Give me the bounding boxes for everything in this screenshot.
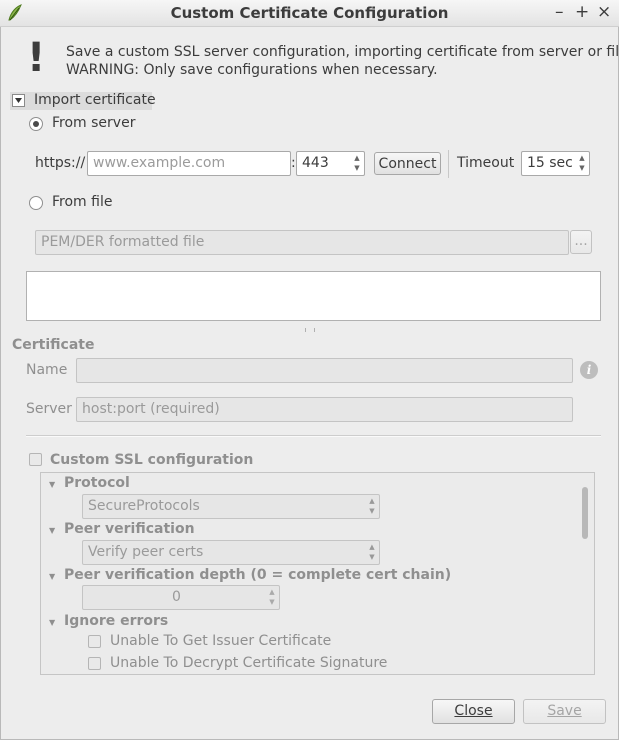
info-line-1: Save a custom SSL server configuration, … [66, 44, 619, 60]
error-checkbox-decrypt[interactable] [88, 657, 101, 670]
certificate-info-area[interactable] [26, 271, 601, 321]
name-label: Name [26, 362, 68, 378]
warning-icon: ! [27, 35, 46, 81]
file-path-input[interactable]: PEM/DER formatted file [35, 230, 569, 255]
expand-peer-verification-icon[interactable]: ▼ [49, 526, 55, 535]
peer-depth-spin-arrows-icon: ▲ ▼ [269, 588, 275, 606]
error-label-decrypt: Unable To Decrypt Certificate Signature [110, 655, 388, 671]
from-file-label: From file [52, 194, 113, 210]
scrollbar-thumb[interactable] [582, 487, 588, 539]
info-icon[interactable]: i [580, 361, 598, 379]
close-button[interactable]: Close [432, 699, 515, 724]
peer-verification-select[interactable]: Verify peer certs ▲ ▼ [82, 540, 380, 565]
custom-ssl-label: Custom SSL configuration [50, 452, 254, 468]
from-server-radio[interactable] [29, 117, 43, 131]
error-label-issuer: Unable To Get Issuer Certificate [110, 633, 332, 649]
browse-button[interactable]: ... [570, 230, 592, 254]
window-title: Custom Certificate Configuration [170, 4, 449, 22]
port-spin-arrows-icon[interactable]: ▲ ▼ [351, 153, 363, 174]
import-toggle-label: Import certificate [34, 92, 156, 108]
peer-depth-spinbox[interactable]: 0 ▲ ▼ [82, 585, 280, 610]
timeout-spinbox[interactable]: 15 sec ▲ ▼ [521, 151, 590, 176]
collapse-arrow-icon [12, 94, 25, 107]
error-checkbox-issuer[interactable] [88, 635, 101, 648]
name-input[interactable] [76, 358, 573, 383]
timeout-spin-arrows-icon[interactable]: ▲ ▼ [576, 153, 588, 174]
ssl-options-tree[interactable]: ▼ Protocol SecureProtocols ▲ ▼ ▼ Peer ver… [40, 472, 595, 675]
import-toggle[interactable]: Import certificate [10, 92, 156, 110]
peer-depth-label: Peer verification depth (0 = complete ce… [64, 567, 452, 583]
minimize-icon[interactable]: – [555, 2, 564, 22]
from-file-radio[interactable] [29, 196, 43, 210]
ignore-errors-label: Ignore errors [64, 613, 169, 629]
certificate-heading: Certificate [12, 337, 95, 353]
maximize-icon[interactable]: + [575, 2, 589, 22]
custom-ssl-checkbox[interactable] [29, 453, 42, 466]
timeout-label: Timeout [457, 155, 515, 171]
server-label: Server [26, 401, 72, 417]
expand-ignore-errors-icon[interactable]: ▼ [49, 618, 55, 627]
peer-verification-dropdown-icon: ▲ ▼ [369, 543, 375, 561]
peer-verification-label: Peer verification [64, 521, 195, 537]
info-line-2: WARNING: Only save configurations when n… [66, 62, 438, 78]
expand-peer-depth-icon[interactable]: ▼ [49, 572, 55, 581]
port-spinbox[interactable]: 443 ▲ ▼ [296, 151, 365, 176]
scrollbar-track[interactable] [579, 475, 591, 673]
port-colon: : [291, 155, 296, 171]
horizontal-separator [26, 435, 601, 437]
server-input[interactable]: host:port (required) [76, 397, 573, 422]
protocol-dropdown-icon: ▲ ▼ [369, 497, 375, 515]
splitter-handle[interactable] [305, 328, 315, 332]
connect-button[interactable]: Connect [374, 152, 441, 175]
save-button[interactable]: Save [523, 699, 606, 724]
expand-protocol-icon[interactable]: ▼ [49, 480, 55, 489]
from-server-label: From server [52, 115, 136, 131]
url-prefix-label: https:// [35, 155, 86, 171]
close-icon[interactable]: × [597, 2, 611, 22]
title-bar: Custom Certificate Configuration – + × [0, 0, 619, 27]
protocol-label: Protocol [64, 475, 130, 491]
server-url-input[interactable]: www.example.com [87, 151, 291, 176]
protocol-select[interactable]: SecureProtocols ▲ ▼ [82, 494, 380, 519]
vertical-separator [448, 150, 449, 178]
